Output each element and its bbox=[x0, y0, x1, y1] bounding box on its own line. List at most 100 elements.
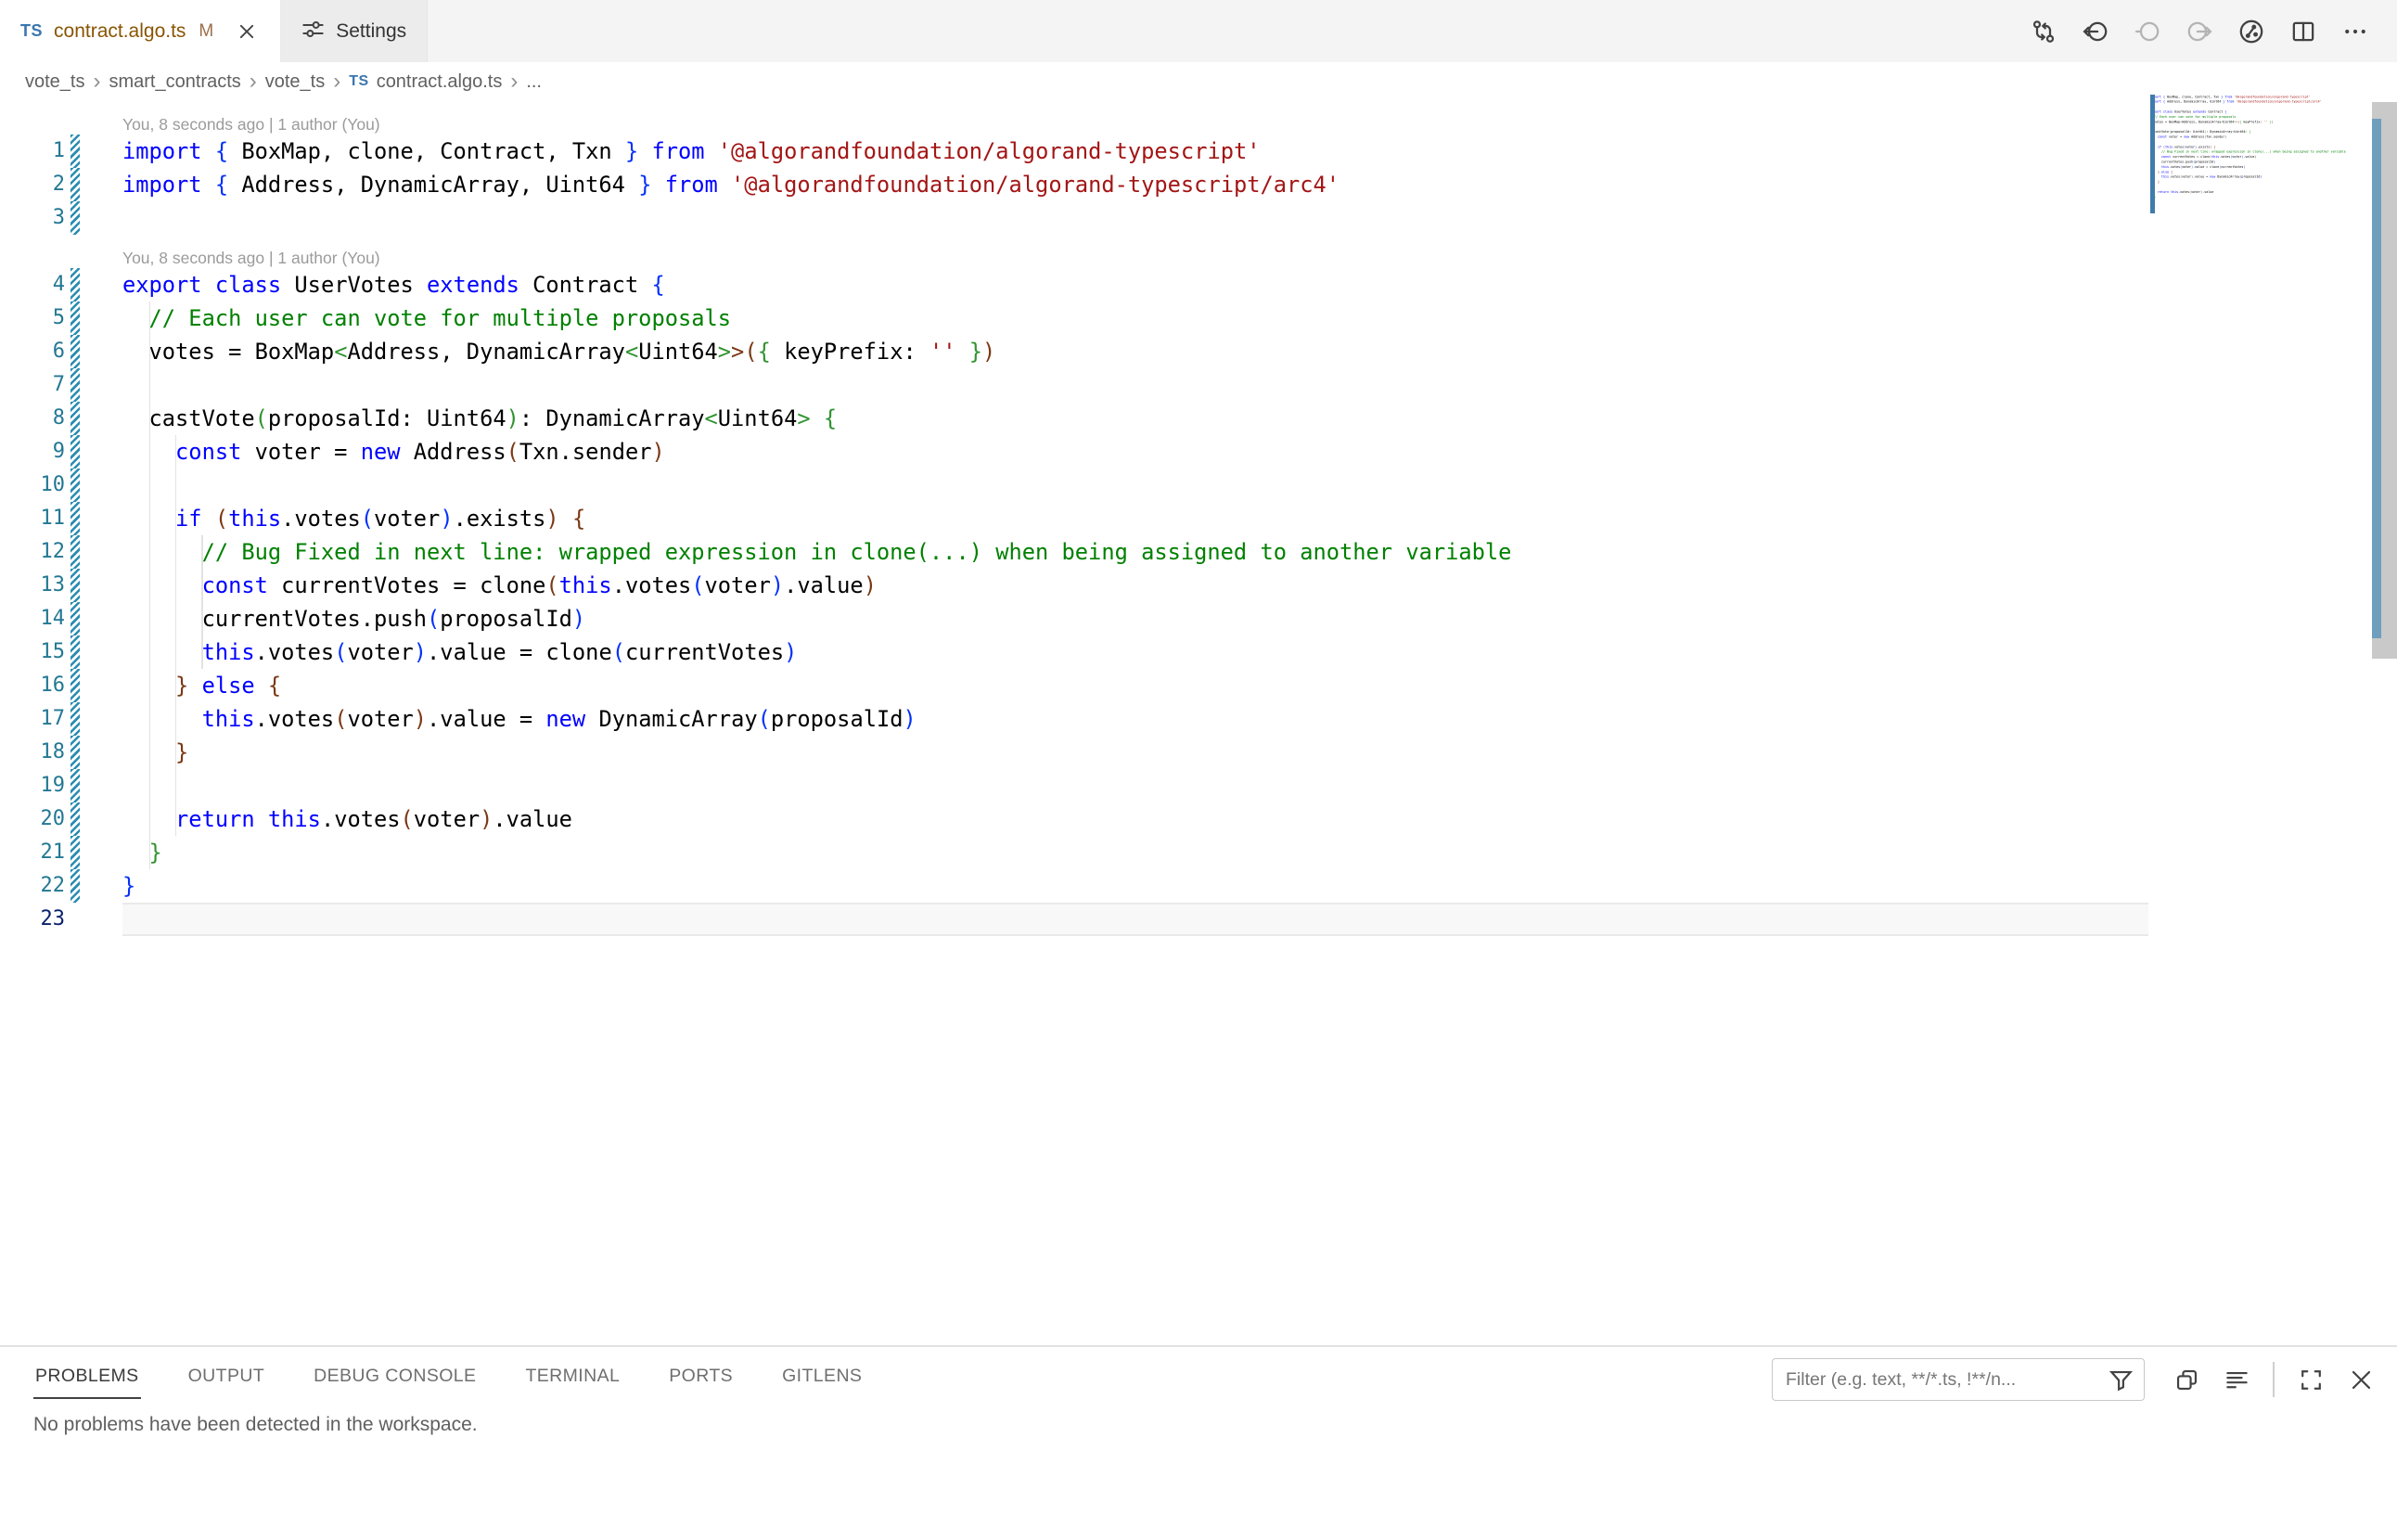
git-change-gutter-indicator bbox=[70, 201, 80, 235]
code-line-12[interactable]: 12 // Bug Fixed in next line: wrapped ex… bbox=[0, 535, 2397, 569]
code-line-8[interactable]: 8 castVote(proposalId: Uint64): DynamicA… bbox=[0, 402, 2397, 435]
git-change-gutter-indicator bbox=[70, 802, 80, 836]
git-change-gutter-indicator bbox=[70, 435, 80, 468]
open-changes-icon[interactable] bbox=[2030, 18, 2057, 45]
line-number: 10 bbox=[0, 468, 65, 502]
git-change-gutter-indicator bbox=[70, 669, 80, 702]
code-line-20[interactable]: 20 return this.votes(voter).value bbox=[0, 802, 2397, 836]
line-number: 20 bbox=[0, 802, 65, 836]
breadcrumb-item-symbol[interactable]: ... bbox=[526, 71, 542, 93]
code-line-5[interactable]: 5 // Each user can vote for multiple pro… bbox=[0, 302, 2397, 335]
tab-settings[interactable]: Settings bbox=[281, 0, 428, 62]
git-change-gutter-indicator bbox=[70, 869, 80, 903]
line-number: 16 bbox=[0, 669, 65, 702]
code-line-3[interactable]: 3 bbox=[0, 201, 2397, 235]
editor-tab-bar: TS contract.algo.ts M Settings bbox=[0, 0, 2397, 62]
panel-tab-debug-console[interactable]: DEBUG CONSOLE bbox=[312, 1366, 478, 1399]
code-line-21[interactable]: 21 } bbox=[0, 836, 2397, 869]
code-line-6[interactable]: 6 votes = BoxMap<Address, DynamicArray<U… bbox=[0, 335, 2397, 368]
git-change-gutter-indicator bbox=[70, 302, 80, 335]
line-number: 2 bbox=[0, 168, 65, 201]
close-tab-icon[interactable] bbox=[234, 19, 260, 45]
code-line-2[interactable]: 2import { Address, DynamicArray, Uint64 … bbox=[0, 168, 2397, 201]
line-number: 19 bbox=[0, 769, 65, 802]
gutter-spacer bbox=[70, 903, 80, 936]
code-line-11[interactable]: 11 if (this.votes(voter).exists) { bbox=[0, 502, 2397, 535]
split-editor-icon[interactable] bbox=[2289, 18, 2317, 45]
code-editor[interactable]: You, 8 seconds ago | 1 author (You)1impo… bbox=[0, 101, 2397, 973]
line-number: 23 bbox=[0, 903, 65, 936]
code-line-14[interactable]: 14 currentVotes.push(proposalId) bbox=[0, 602, 2397, 635]
code-line-4[interactable]: 4export class UserVotes extends Contract… bbox=[0, 268, 2397, 302]
codelens-annotation[interactable]: You, 8 seconds ago | 1 author (You) bbox=[0, 235, 2397, 268]
collapse-all-icon[interactable] bbox=[2223, 1366, 2250, 1393]
panel-tab-problems[interactable]: PROBLEMS bbox=[33, 1366, 141, 1399]
chevron-right-icon: › bbox=[502, 71, 526, 93]
next-change-icon[interactable] bbox=[2186, 18, 2213, 45]
more-actions-icon[interactable] bbox=[2341, 18, 2369, 45]
code-line-1[interactable]: 1import { BoxMap, clone, Contract, Txn }… bbox=[0, 135, 2397, 168]
filter-funnel-icon[interactable] bbox=[2107, 1366, 2134, 1393]
code-line-18[interactable]: 18 } bbox=[0, 736, 2397, 769]
problems-empty-message: No problems have been detected in the wo… bbox=[33, 1414, 478, 1436]
indent-guide bbox=[149, 302, 151, 869]
overview-ruler-change-marker bbox=[2372, 119, 2381, 638]
line-number: 21 bbox=[0, 836, 65, 869]
typescript-file-icon: TS bbox=[349, 73, 368, 90]
git-change-gutter-indicator bbox=[70, 736, 80, 769]
open-previous-revision-icon[interactable] bbox=[2082, 18, 2109, 45]
code-line-15[interactable]: 15 this.votes(voter).value = clone(curre… bbox=[0, 635, 2397, 669]
git-change-gutter-indicator bbox=[70, 769, 80, 802]
problems-filter[interactable] bbox=[1772, 1358, 2145, 1401]
editor-actions-toolbar bbox=[2030, 0, 2397, 62]
close-panel-icon[interactable] bbox=[2347, 1366, 2375, 1393]
tab-contract-algo-ts[interactable]: TS contract.algo.ts M bbox=[0, 0, 281, 62]
code-line-7[interactable]: 7 bbox=[0, 368, 2397, 402]
git-change-gutter-indicator bbox=[70, 402, 80, 435]
indent-guide bbox=[201, 535, 203, 669]
breadcrumb-item[interactable]: vote_ts bbox=[265, 71, 325, 93]
code-line-9[interactable]: 9 const voter = new Address(Txn.sender) bbox=[0, 435, 2397, 468]
maximize-panel-icon[interactable] bbox=[2297, 1366, 2325, 1393]
git-change-gutter-indicator bbox=[70, 569, 80, 602]
code-line-22[interactable]: 22} bbox=[0, 869, 2397, 903]
git-change-gutter-indicator bbox=[70, 535, 80, 569]
minimap[interactable]: import { BoxMap, clone, Contract, Txn } … bbox=[2150, 95, 2352, 234]
git-change-gutter-indicator bbox=[70, 702, 80, 736]
git-change-gutter-indicator bbox=[70, 468, 80, 502]
code-line-17[interactable]: 17 this.votes(voter).value = new Dynamic… bbox=[0, 702, 2397, 736]
git-change-gutter-indicator bbox=[70, 335, 80, 368]
panel-tab-ports[interactable]: PORTS bbox=[667, 1366, 735, 1399]
breadcrumb-item-file[interactable]: TS contract.algo.ts bbox=[349, 71, 502, 93]
code-line-23[interactable]: 23 bbox=[0, 903, 2397, 936]
code-line-13[interactable]: 13 const currentVotes = clone(this.votes… bbox=[0, 569, 2397, 602]
line-number: 18 bbox=[0, 736, 65, 769]
panel-tab-output[interactable]: OUTPUT bbox=[186, 1366, 267, 1399]
previous-change-icon[interactable] bbox=[2134, 18, 2161, 45]
panel-tab-terminal[interactable]: TERMINAL bbox=[523, 1366, 622, 1399]
tab-label: Settings bbox=[336, 20, 406, 43]
chevron-right-icon: › bbox=[241, 71, 265, 93]
breadcrumb-item[interactable]: vote_ts bbox=[25, 71, 84, 93]
settings-sliders-icon bbox=[301, 18, 325, 45]
code-line-19[interactable]: 19 bbox=[0, 769, 2397, 802]
tab-label: contract.algo.ts bbox=[54, 20, 186, 43]
filter-input[interactable] bbox=[1786, 1369, 2107, 1391]
line-number: 13 bbox=[0, 569, 65, 602]
commit-graph-icon[interactable] bbox=[2237, 18, 2265, 45]
minimap-change-indicator bbox=[2150, 95, 2155, 213]
line-number: 4 bbox=[0, 268, 65, 302]
line-number: 9 bbox=[0, 435, 65, 468]
code-line-16[interactable]: 16 } else { bbox=[0, 669, 2397, 702]
line-number: 6 bbox=[0, 335, 65, 368]
panel-tab-gitlens[interactable]: GITLENS bbox=[780, 1366, 864, 1399]
toolbar-separator bbox=[2273, 1362, 2275, 1397]
chevron-right-icon: › bbox=[84, 71, 109, 93]
code-line-10[interactable]: 10 bbox=[0, 468, 2397, 502]
codelens-annotation[interactable]: You, 8 seconds ago | 1 author (You) bbox=[0, 101, 2397, 135]
view-as-table-icon[interactable] bbox=[2173, 1366, 2200, 1393]
breadcrumb-item[interactable]: smart_contracts bbox=[109, 71, 240, 93]
line-number: 1 bbox=[0, 135, 65, 168]
line-number: 5 bbox=[0, 302, 65, 335]
panel-controls bbox=[1772, 1358, 2375, 1401]
